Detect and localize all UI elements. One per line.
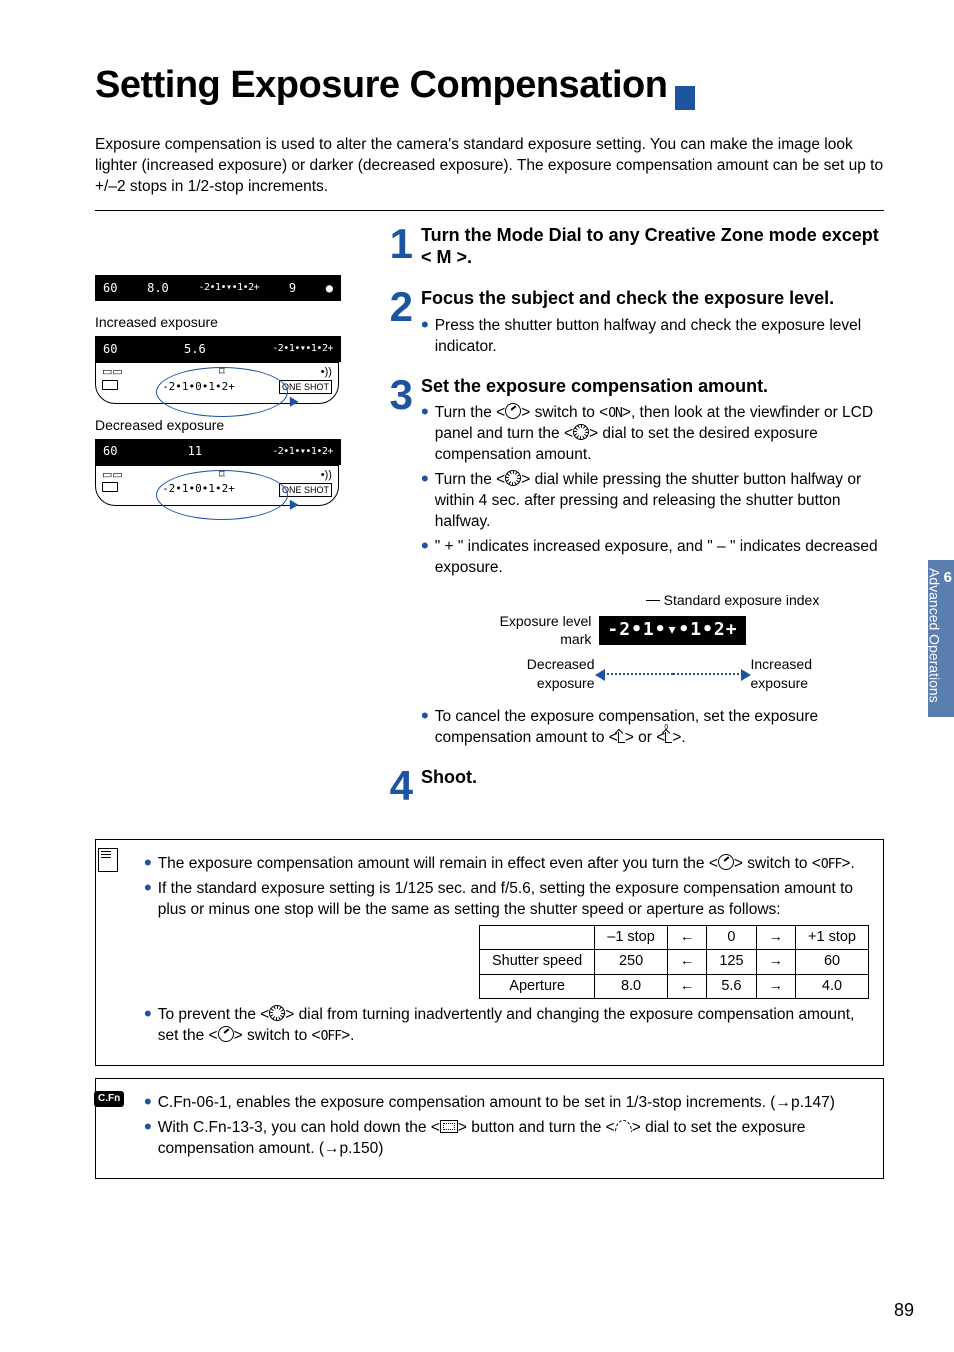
exposure-table: –1 stop ← 0 → +1 stop Shutter speed 250 … [479, 925, 869, 1000]
bullet-icon: • [421, 403, 429, 466]
bullet-icon: • [421, 537, 429, 579]
drive-icon: ▭▭ [102, 365, 123, 380]
decreased-label: Decreased exposure [485, 655, 595, 693]
focus-dot-icon: ● [326, 280, 333, 296]
divider [95, 210, 884, 211]
quick-control-dial-icon [269, 1005, 285, 1021]
page-title-row: Setting Exposure Compensation [95, 60, 884, 135]
bullet-icon: • [144, 854, 152, 875]
bullet-icon: • [144, 1005, 152, 1047]
sound-icon: •)) [321, 365, 332, 380]
left-arrow-icon [603, 673, 673, 675]
callout-line-icon [646, 600, 660, 601]
table-row: Aperture 8.0 ← 5.6 → 4.0 [479, 974, 868, 999]
cfn-2: With C.Fn-13-3, you can hold down the <>… [158, 1118, 869, 1160]
battery-icon [102, 482, 118, 497]
callout-ring-icon [156, 367, 288, 417]
viewfinder-main: 60 8.0 -2•1•▾•1•2+ 9 ● [95, 275, 341, 301]
lcd-panel-increased: ▭▭ ⌑ •)) -2•1•0•1•2+ ONE SHOT [95, 362, 339, 404]
caption-increased: Increased exposure [95, 313, 375, 332]
step-number: 4 [375, 767, 413, 805]
exposure-scale-diagram: Standard exposure index Exposure level m… [461, 591, 884, 693]
step-2: 2 Focus the subject and check the exposu… [375, 288, 884, 361]
cfn-1: C.Fn-06-1, enables the exposure compensa… [158, 1093, 869, 1114]
step-3-cancel: To cancel the exposure compensation, set… [435, 707, 884, 749]
vf-shots: 9 [289, 280, 296, 296]
step-4-heading: Shoot. [421, 767, 477, 789]
quick-dial-switch-icon [505, 403, 521, 419]
note-icon [94, 848, 122, 872]
vf-aperture: 8.0 [147, 280, 169, 296]
table-row: Shutter speed 250 ← 125 → 60 [479, 950, 868, 975]
scale-box: -2•1•▾•1•2+ [599, 616, 745, 644]
sound-icon: •)) [321, 468, 332, 483]
page-title: Setting Exposure Compensation [95, 60, 667, 111]
bullet-icon: • [144, 1118, 152, 1160]
cfn-badge: C.Fn [94, 1087, 122, 1108]
chapter-number: 6 [944, 568, 952, 588]
vf-scale: -2•1•▾•1•2+ [198, 281, 259, 295]
quick-dial-switch-icon [218, 1026, 234, 1042]
title-accent-bar [675, 86, 695, 110]
main-dial-icon [615, 1120, 632, 1132]
increased-label: Increased exposure [751, 655, 861, 693]
exp-level-mark-label: Exposure level mark [481, 612, 591, 650]
notes-box: • The exposure compensation amount will … [95, 839, 884, 1066]
viewfinder-increased: 60 5.6 -2•1•▾•1•2+ [95, 336, 341, 362]
step-3-bullet-3: " + " indicates increased exposure, and … [435, 537, 884, 579]
af-point-button-icon [440, 1120, 458, 1133]
step-3-bullet-2: Turn the <> dial while pressing the shut… [435, 470, 884, 533]
index-mark-icon [618, 732, 625, 743]
note-3: To prevent the <> dial from turning inad… [158, 1005, 869, 1047]
bullet-icon: • [421, 316, 429, 358]
step-3: 3 Set the exposure compensation amount. … [375, 376, 884, 753]
bullet-icon: • [421, 707, 429, 749]
step-3-heading: Set the exposure compensation amount. [421, 376, 884, 398]
step-2-bullet-1: Press the shutter button halfway and che… [435, 316, 884, 358]
lcd-panel-decreased: ▭▭ ⌑ •)) -2•1•0•1•2+ ONE SHOT [95, 465, 339, 507]
power-switch-icon [718, 854, 734, 870]
intro-text: Exposure compensation is used to alter t… [95, 135, 884, 198]
chapter-label: Advanced Operations [927, 568, 943, 703]
bullet-icon: • [144, 1093, 152, 1114]
step-number: 1 [375, 225, 413, 274]
step-number: 2 [375, 288, 413, 361]
vf-shutter: 60 [103, 280, 117, 296]
quick-control-dial-icon [505, 470, 521, 486]
off-label: OFF [821, 857, 841, 872]
step-3-bullet-1: Turn the <> switch to <ON>, then look at… [435, 403, 884, 466]
battery-icon [102, 380, 118, 395]
step-number: 3 [375, 376, 413, 753]
note-2: If the standard exposure setting is 1/12… [158, 879, 869, 921]
callout-ring-icon [156, 470, 288, 520]
std-index-label: Standard exposure index [664, 591, 820, 610]
page-number: 89 [894, 1298, 914, 1322]
bullet-icon: • [144, 879, 152, 921]
caption-decreased: Decreased exposure [95, 416, 375, 435]
zero-index-mark-icon [665, 732, 672, 743]
steps-column: 1 Turn the Mode Dial to any Creative Zon… [375, 225, 884, 819]
side-tab: 6 Advanced Operations [928, 560, 954, 717]
drive-icon: ▭▭ [102, 468, 123, 483]
on-label: ON [608, 406, 622, 421]
step-2-heading: Focus the subject and check the exposure… [421, 288, 884, 310]
off-label: OFF [321, 1029, 341, 1044]
viewfinder-decreased: 60 11 -2•1•▾•1•2+ [95, 439, 341, 465]
quick-control-dial-icon [573, 424, 589, 440]
step-1: 1 Turn the Mode Dial to any Creative Zon… [375, 225, 884, 274]
illustration-column: 60 8.0 -2•1•▾•1•2+ 9 ● Increased exposur… [95, 225, 375, 819]
step-1-heading: Turn the Mode Dial to any Creative Zone … [421, 225, 884, 268]
table-header-row: –1 stop ← 0 → +1 stop [479, 925, 868, 950]
cfn-box: C.Fn • C.Fn-06-1, enables the exposure c… [95, 1078, 884, 1179]
note-1: The exposure compensation amount will re… [158, 854, 869, 875]
bullet-icon: • [421, 470, 429, 533]
step-4: 4 Shoot. [375, 767, 884, 805]
right-arrow-icon [673, 673, 743, 675]
